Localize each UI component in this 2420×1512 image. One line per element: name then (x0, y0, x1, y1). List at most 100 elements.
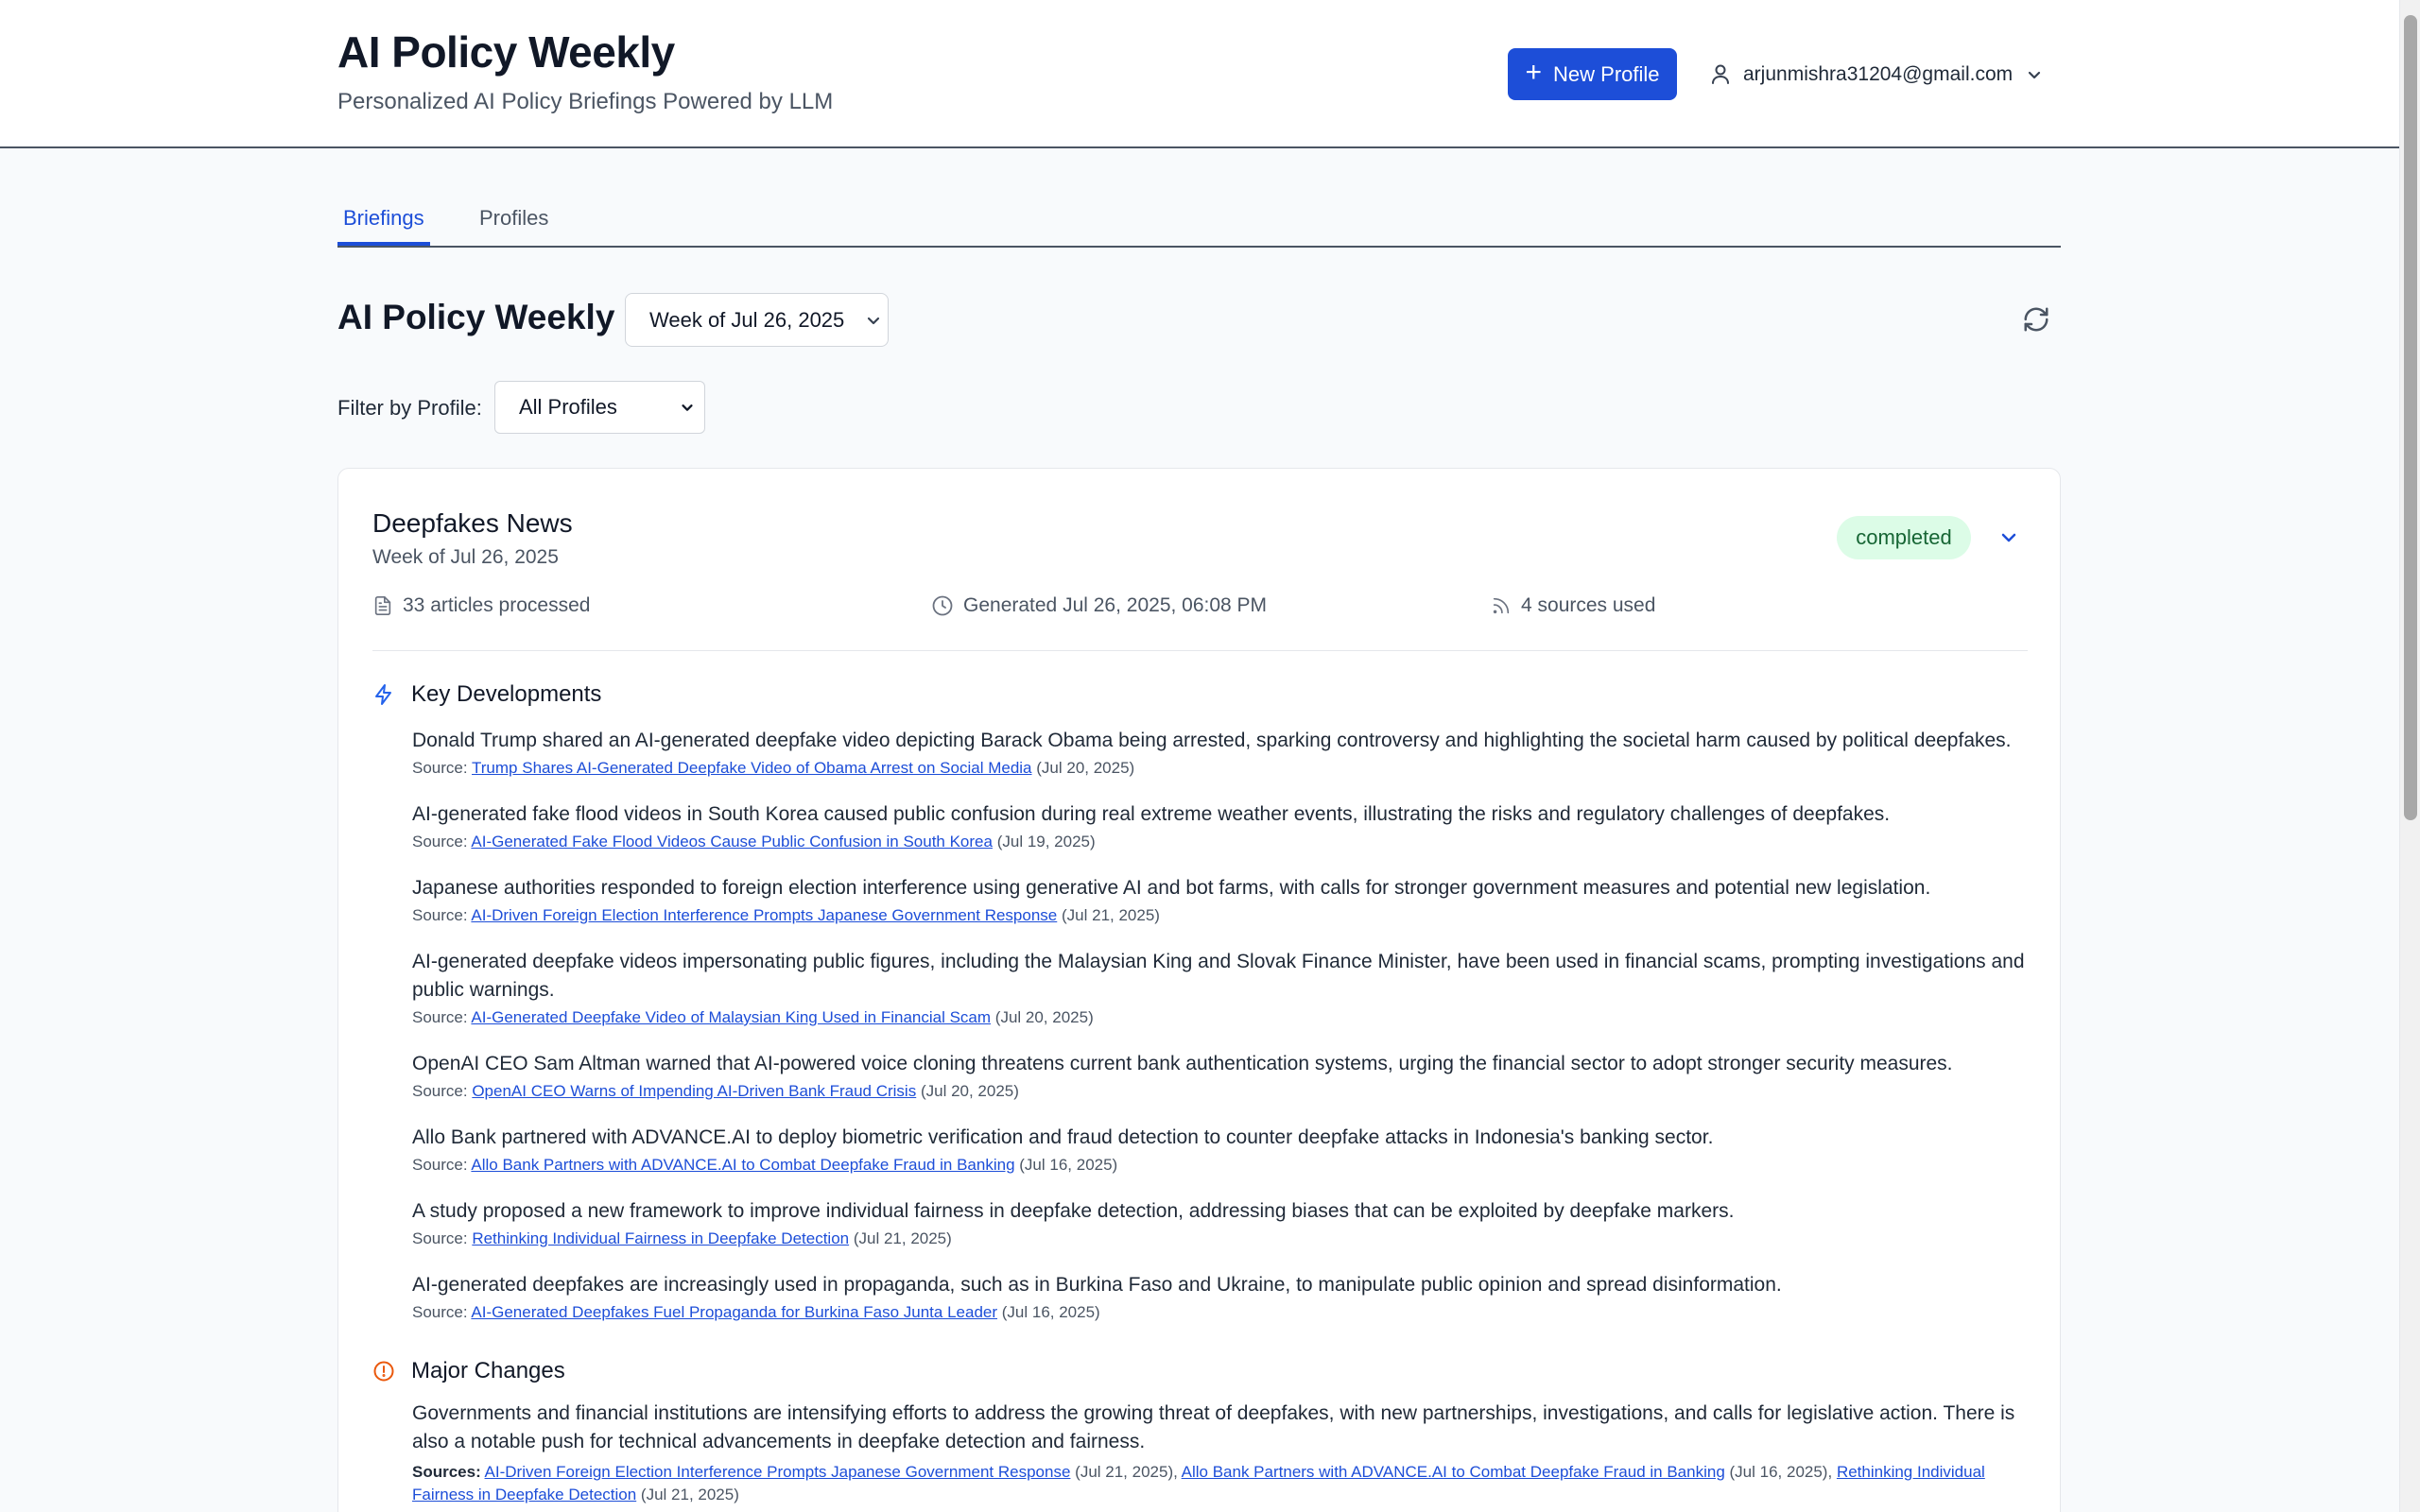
document-icon (372, 594, 393, 617)
app-header: AI Policy Weekly Personalized AI Policy … (0, 0, 2399, 148)
rss-icon (1491, 595, 1512, 616)
source-link[interactable]: AI-Driven Foreign Election Interference … (485, 1463, 1071, 1481)
source-link[interactable]: Allo Bank Partners with ADVANCE.AI to Co… (471, 1156, 1014, 1174)
week-selector[interactable]: Week of Jul 26, 2025 (625, 293, 889, 347)
source-link[interactable]: AI-Driven Foreign Election Interference … (471, 906, 1057, 924)
articles-count: 33 articles processed (403, 594, 591, 616)
source-prefix: Source: (412, 906, 468, 924)
generated-text: Generated Jul 26, 2025, 06:08 PM (963, 594, 1268, 616)
sources-count: 4 sources used (1521, 594, 1656, 616)
source-prefix: Source: (412, 1229, 468, 1247)
source-link[interactable]: Rethinking Individual Fairness in Deepfa… (472, 1229, 849, 1247)
source-prefix: Source: (412, 1008, 468, 1026)
articles-processed: 33 articles processed (372, 594, 590, 617)
page-title: AI Policy Weekly (337, 298, 615, 336)
development-text: Japanese authorities responded to foreig… (412, 877, 1931, 899)
major-changes-label: Major Changes (411, 1358, 565, 1383)
filter-label: Filter by Profile: (337, 396, 482, 420)
card-divider (372, 650, 2028, 651)
development-item: Donald Trump shared an AI-generated deep… (412, 727, 2029, 779)
source-date: (Jul 19, 2025) (996, 833, 1096, 850)
scrollbar-thumb[interactable] (2404, 15, 2417, 820)
sources-used: 4 sources used (1491, 594, 1655, 617)
development-text: AI-generated deepfake videos impersonati… (412, 951, 2025, 1001)
source-link[interactable]: AI-Generated Deepfakes Fuel Propaganda f… (471, 1303, 997, 1321)
source-date: (Jul 16, 2025) (1001, 1303, 1100, 1321)
key-developments-heading: Key Developments (372, 681, 601, 708)
briefing-week: Week of Jul 26, 2025 (372, 546, 559, 568)
app-subtitle: Personalized AI Policy Briefings Powered… (337, 89, 834, 114)
chevron-down-icon (2026, 66, 2043, 83)
status-badge: completed (1837, 516, 1971, 559)
source-date: (Jul 20, 2025) (920, 1082, 1019, 1100)
source-link[interactable]: Trump Shares AI-Generated Deepfake Video… (472, 759, 1032, 777)
source-link[interactable]: Allo Bank Partners with ADVANCE.AI to Co… (1182, 1463, 1725, 1481)
development-source: Source: AI-Generated Deepfake Video of M… (412, 1007, 2029, 1028)
development-text: AI-generated fake flood videos in South … (412, 803, 1891, 825)
tab-briefings[interactable]: Briefings (337, 206, 430, 246)
development-text: OpenAI CEO Sam Altman warned that AI-pow… (412, 1053, 1953, 1074)
major-changes-sources: Sources: AI-Driven Foreign Election Inte… (412, 1461, 2029, 1506)
refresh-button[interactable] (2019, 302, 2053, 336)
development-source: Source: Trump Shares AI-Generated Deepfa… (412, 758, 2029, 779)
new-profile-button[interactable]: + New Profile (1508, 48, 1677, 100)
user-icon (1711, 64, 1730, 85)
development-item: AI-generated fake flood videos in South … (412, 800, 2029, 852)
development-source: Source: AI-Driven Foreign Election Inter… (412, 905, 2029, 926)
sources-prefix: Sources: (412, 1463, 481, 1481)
week-selected-value: Week of Jul 26, 2025 (649, 307, 845, 332)
source-date: (Jul 21, 2025) (853, 1229, 952, 1247)
page-scrollbar[interactable] (2399, 0, 2420, 1512)
development-item: A study proposed a new framework to impr… (412, 1197, 2029, 1249)
lightning-icon (372, 682, 395, 707)
development-text: Allo Bank partnered with ADVANCE.AI to d… (412, 1126, 1714, 1148)
source-prefix: Source: (412, 1156, 468, 1174)
chevron-down-icon (680, 400, 695, 415)
app-title: AI Policy Weekly (337, 27, 675, 77)
development-item: OpenAI CEO Sam Altman warned that AI-pow… (412, 1050, 2029, 1102)
source-prefix: Source: (412, 1082, 468, 1100)
source-link[interactable]: AI-Generated Fake Flood Videos Cause Pub… (471, 833, 993, 850)
filter-selected-value: All Profiles (519, 395, 617, 419)
tab-profiles[interactable]: Profiles (474, 206, 554, 246)
source-date: (Jul 20, 2025) (994, 1008, 1094, 1026)
source-date: (Jul 20, 2025) (1036, 759, 1135, 777)
profile-filter-select[interactable]: All Profiles (494, 381, 705, 434)
development-text: A study proposed a new framework to impr… (412, 1200, 1735, 1222)
development-source: Source: Allo Bank Partners with ADVANCE.… (412, 1155, 2029, 1176)
development-item: AI-generated deepfake videos impersonati… (412, 948, 2029, 1028)
source-date: (Jul 21, 2025) (640, 1486, 739, 1503)
chevron-down-icon (1997, 526, 2020, 549)
development-source: Source: Rethinking Individual Fairness i… (412, 1228, 2029, 1249)
key-developments-label: Key Developments (411, 681, 602, 707)
major-changes-heading: Major Changes (372, 1358, 565, 1384)
source-date: (Jul 21, 2025), (1075, 1463, 1178, 1481)
briefing-title: Deepfakes News (372, 508, 573, 538)
source-link[interactable]: OpenAI CEO Warns of Impending AI-Driven … (472, 1082, 916, 1100)
chevron-down-icon (865, 312, 882, 329)
development-item: AI-generated deepfakes are increasingly … (412, 1271, 2029, 1323)
user-menu[interactable]: arjunmishra31204@gmail.com (1711, 57, 2043, 93)
collapse-toggle-button[interactable] (1993, 522, 2025, 554)
development-item: Allo Bank partnered with ADVANCE.AI to d… (412, 1124, 2029, 1176)
refresh-icon (2022, 305, 2050, 334)
development-item: Japanese authorities responded to foreig… (412, 874, 2029, 926)
source-link[interactable]: AI-Generated Deepfake Video of Malaysian… (471, 1008, 991, 1026)
plus-icon: + (1525, 56, 1543, 88)
development-text: AI-generated deepfakes are increasingly … (412, 1274, 1782, 1296)
development-source: Source: AI-Generated Deepfakes Fuel Prop… (412, 1302, 2029, 1323)
briefing-card: Deepfakes News Week of Jul 26, 2025 comp… (337, 468, 2061, 1512)
source-date: (Jul 16, 2025), (1729, 1463, 1833, 1481)
development-source: Source: AI-Generated Fake Flood Videos C… (412, 832, 2029, 852)
main-tabs: Briefings Profiles (337, 189, 2061, 248)
development-source: Source: OpenAI CEO Warns of Impending AI… (412, 1081, 2029, 1102)
major-changes-block: Governments and financial institutions a… (412, 1400, 2029, 1506)
generated-time: Generated Jul 26, 2025, 06:08 PM (931, 594, 1267, 617)
user-email: arjunmishra31204@gmail.com (1743, 63, 2014, 85)
source-prefix: Source: (412, 1303, 468, 1321)
major-changes-text: Governments and financial institutions a… (412, 1402, 2015, 1452)
source-prefix: Source: (412, 759, 468, 777)
source-prefix: Source: (412, 833, 468, 850)
source-date: (Jul 21, 2025) (1062, 906, 1160, 924)
new-profile-label: New Profile (1553, 61, 1660, 86)
